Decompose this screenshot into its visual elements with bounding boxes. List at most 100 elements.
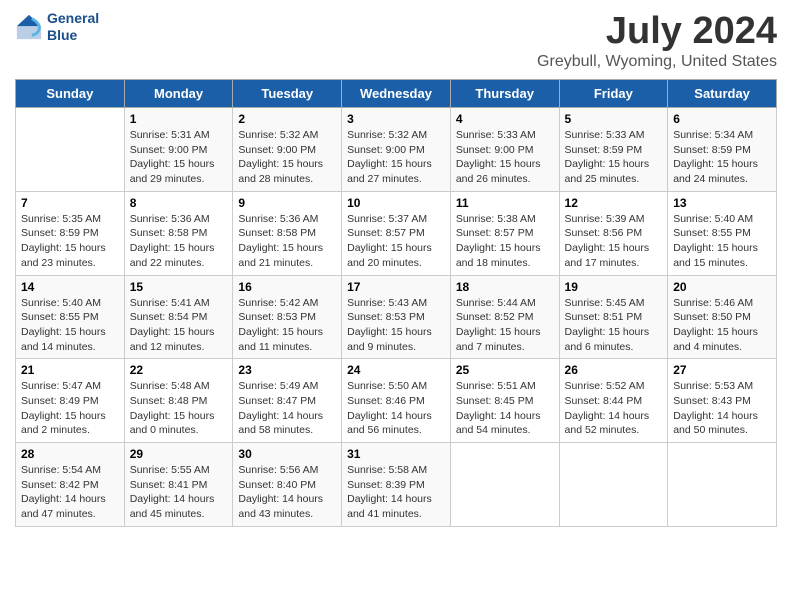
calendar-cell: 9 Sunrise: 5:36 AMSunset: 8:58 PMDaylight… xyxy=(233,191,342,275)
calendar-cell xyxy=(559,443,668,527)
day-number: 21 xyxy=(21,363,119,377)
calendar-cell xyxy=(16,108,125,192)
calendar-header-day: Thursday xyxy=(450,80,559,108)
cell-info: Sunrise: 5:47 AMSunset: 8:49 PMDaylight:… xyxy=(21,380,106,436)
calendar-week-row: 21 Sunrise: 5:47 AMSunset: 8:49 PMDayligh… xyxy=(16,359,777,443)
day-number: 8 xyxy=(130,196,228,210)
day-number: 11 xyxy=(456,196,554,210)
day-number: 6 xyxy=(673,112,771,126)
cell-info: Sunrise: 5:34 AMSunset: 8:59 PMDaylight:… xyxy=(673,129,758,185)
cell-info: Sunrise: 5:38 AMSunset: 8:57 PMDaylight:… xyxy=(456,213,541,269)
calendar-header-day: Wednesday xyxy=(342,80,451,108)
cell-info: Sunrise: 5:45 AMSunset: 8:51 PMDaylight:… xyxy=(565,297,650,353)
calendar-cell: 13 Sunrise: 5:40 AMSunset: 8:55 PMDayligh… xyxy=(668,191,777,275)
cell-info: Sunrise: 5:31 AMSunset: 9:00 PMDaylight:… xyxy=(130,129,215,185)
calendar-cell: 4 Sunrise: 5:33 AMSunset: 9:00 PMDaylight… xyxy=(450,108,559,192)
calendar-header-day: Monday xyxy=(124,80,233,108)
cell-info: Sunrise: 5:48 AMSunset: 8:48 PMDaylight:… xyxy=(130,380,215,436)
calendar-cell: 16Sunrise: 5:42 AMSunset: 8:53 PMDayligh… xyxy=(233,275,342,359)
calendar-cell xyxy=(668,443,777,527)
cell-info: Sunrise: 5:33 AMSunset: 9:00 PMDaylight:… xyxy=(456,129,541,185)
calendar-cell: 30 Sunrise: 5:56 AMSunset: 8:40 PMDayligh… xyxy=(233,443,342,527)
calendar-cell: 2Sunrise: 5:32 AMSunset: 9:00 PMDaylight… xyxy=(233,108,342,192)
cell-info: Sunrise: 5:33 AMSunset: 8:59 PMDaylight:… xyxy=(565,129,650,185)
cell-info: Sunrise: 5:49 AMSunset: 8:47 PMDaylight:… xyxy=(238,380,323,436)
cell-info: Sunrise: 5:50 AMSunset: 8:46 PMDaylight:… xyxy=(347,380,432,436)
day-number: 14 xyxy=(21,280,119,294)
calendar-cell: 29 Sunrise: 5:55 AMSunset: 8:41 PMDayligh… xyxy=(124,443,233,527)
cell-info: Sunrise: 5:40 AMSunset: 8:55 PMDaylight:… xyxy=(21,297,106,353)
cell-info: Sunrise: 5:32 AMSunset: 9:00 PMDaylight:… xyxy=(347,129,432,185)
logo-icon xyxy=(15,13,43,41)
day-number: 4 xyxy=(456,112,554,126)
day-number: 20 xyxy=(673,280,771,294)
calendar-cell: 6 Sunrise: 5:34 AMSunset: 8:59 PMDaylight… xyxy=(668,108,777,192)
calendar-week-row: 14 Sunrise: 5:40 AMSunset: 8:55 PMDayligh… xyxy=(16,275,777,359)
calendar-cell: 26 Sunrise: 5:52 AMSunset: 8:44 PMDayligh… xyxy=(559,359,668,443)
calendar-header-row: SundayMondayTuesdayWednesdayThursdayFrid… xyxy=(16,80,777,108)
cell-info: Sunrise: 5:36 AMSunset: 8:58 PMDaylight:… xyxy=(238,213,323,269)
day-number: 3 xyxy=(347,112,445,126)
day-number: 1 xyxy=(130,112,228,126)
calendar-cell: 8 Sunrise: 5:36 AMSunset: 8:58 PMDaylight… xyxy=(124,191,233,275)
calendar-cell: 17Sunrise: 5:43 AMSunset: 8:53 PMDayligh… xyxy=(342,275,451,359)
calendar-week-row: 28Sunrise: 5:54 AMSunset: 8:42 PMDayligh… xyxy=(16,443,777,527)
cell-info: Sunrise: 5:51 AMSunset: 8:45 PMDaylight:… xyxy=(456,380,541,436)
day-number: 5 xyxy=(565,112,663,126)
calendar-header-day: Friday xyxy=(559,80,668,108)
cell-info: Sunrise: 5:54 AMSunset: 8:42 PMDaylight:… xyxy=(21,464,106,520)
day-number: 19 xyxy=(565,280,663,294)
cell-info: Sunrise: 5:42 AMSunset: 8:53 PMDaylight:… xyxy=(238,297,323,353)
calendar-cell: 23 Sunrise: 5:49 AMSunset: 8:47 PMDayligh… xyxy=(233,359,342,443)
cell-info: Sunrise: 5:35 AMSunset: 8:59 PMDaylight:… xyxy=(21,213,106,269)
calendar-cell: 19 Sunrise: 5:45 AMSunset: 8:51 PMDayligh… xyxy=(559,275,668,359)
cell-info: Sunrise: 5:56 AMSunset: 8:40 PMDaylight:… xyxy=(238,464,323,520)
cell-info: Sunrise: 5:53 AMSunset: 8:43 PMDaylight:… xyxy=(673,380,758,436)
calendar-cell: 5 Sunrise: 5:33 AMSunset: 8:59 PMDaylight… xyxy=(559,108,668,192)
day-number: 26 xyxy=(565,363,663,377)
calendar-cell: 25 Sunrise: 5:51 AMSunset: 8:45 PMDayligh… xyxy=(450,359,559,443)
cell-info: Sunrise: 5:37 AMSunset: 8:57 PMDaylight:… xyxy=(347,213,432,269)
day-number: 29 xyxy=(130,447,228,461)
cell-info: Sunrise: 5:55 AMSunset: 8:41 PMDaylight:… xyxy=(130,464,215,520)
calendar-cell: 11 Sunrise: 5:38 AMSunset: 8:57 PMDayligh… xyxy=(450,191,559,275)
day-number: 9 xyxy=(238,196,336,210)
calendar-cell: 27 Sunrise: 5:53 AMSunset: 8:43 PMDayligh… xyxy=(668,359,777,443)
day-number: 30 xyxy=(238,447,336,461)
day-number: 2 xyxy=(238,112,336,126)
day-number: 10 xyxy=(347,196,445,210)
cell-info: Sunrise: 5:36 AMSunset: 8:58 PMDaylight:… xyxy=(130,213,215,269)
day-number: 27 xyxy=(673,363,771,377)
cell-info: Sunrise: 5:39 AMSunset: 8:56 PMDaylight:… xyxy=(565,213,650,269)
calendar-cell: 14 Sunrise: 5:40 AMSunset: 8:55 PMDayligh… xyxy=(16,275,125,359)
calendar-cell: 18Sunrise: 5:44 AMSunset: 8:52 PMDayligh… xyxy=(450,275,559,359)
cell-info: Sunrise: 5:46 AMSunset: 8:50 PMDaylight:… xyxy=(673,297,758,353)
calendar-cell: 20 Sunrise: 5:46 AMSunset: 8:50 PMDayligh… xyxy=(668,275,777,359)
cell-info: Sunrise: 5:58 AMSunset: 8:39 PMDaylight:… xyxy=(347,464,432,520)
cell-info: Sunrise: 5:52 AMSunset: 8:44 PMDaylight:… xyxy=(565,380,650,436)
day-number: 23 xyxy=(238,363,336,377)
calendar-table: SundayMondayTuesdayWednesdayThursdayFrid… xyxy=(15,79,777,527)
calendar-cell: 24Sunrise: 5:50 AMSunset: 8:46 PMDayligh… xyxy=(342,359,451,443)
calendar-header-day: Saturday xyxy=(668,80,777,108)
calendar-cell: 3 Sunrise: 5:32 AMSunset: 9:00 PMDaylight… xyxy=(342,108,451,192)
calendar-week-row: 7 Sunrise: 5:35 AMSunset: 8:59 PMDaylight… xyxy=(16,191,777,275)
calendar-cell: 10 Sunrise: 5:37 AMSunset: 8:57 PMDayligh… xyxy=(342,191,451,275)
calendar-cell: 31Sunrise: 5:58 AMSunset: 8:39 PMDayligh… xyxy=(342,443,451,527)
cell-info: Sunrise: 5:41 AMSunset: 8:54 PMDaylight:… xyxy=(130,297,215,353)
day-number: 13 xyxy=(673,196,771,210)
day-number: 17 xyxy=(347,280,445,294)
calendar-cell: 1 Sunrise: 5:31 AMSunset: 9:00 PMDaylight… xyxy=(124,108,233,192)
day-number: 7 xyxy=(21,196,119,210)
calendar-cell: 21 Sunrise: 5:47 AMSunset: 8:49 PMDayligh… xyxy=(16,359,125,443)
page-header: General Blue July 2024 Greybull, Wyoming… xyxy=(15,10,777,71)
day-number: 22 xyxy=(130,363,228,377)
calendar-header-day: Tuesday xyxy=(233,80,342,108)
cell-info: Sunrise: 5:40 AMSunset: 8:55 PMDaylight:… xyxy=(673,213,758,269)
calendar-body: 1 Sunrise: 5:31 AMSunset: 9:00 PMDaylight… xyxy=(16,108,777,527)
logo: General Blue xyxy=(15,10,99,44)
calendar-header-day: Sunday xyxy=(16,80,125,108)
calendar-cell: 15Sunrise: 5:41 AMSunset: 8:54 PMDayligh… xyxy=(124,275,233,359)
day-number: 25 xyxy=(456,363,554,377)
cell-info: Sunrise: 5:44 AMSunset: 8:52 PMDaylight:… xyxy=(456,297,541,353)
